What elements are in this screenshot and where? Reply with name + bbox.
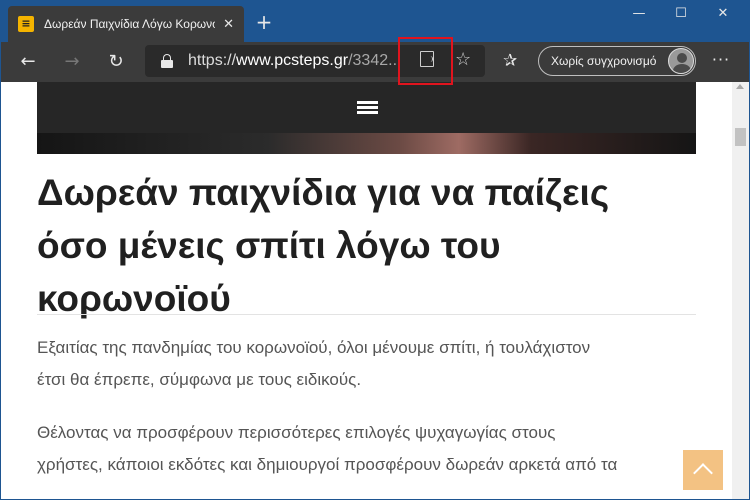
read-aloud-highlight [398,37,453,85]
favorite-star-icon[interactable]: ☆ [455,48,471,72]
refresh-button[interactable]: ↻ [104,50,128,74]
site-nav-bar [37,82,696,133]
article-paragraph: έτσι θα έπρεπε, σύμφωνα με τους ειδικούς… [37,370,362,389]
title-divider [37,314,696,315]
back-button[interactable]: ← [16,50,40,74]
more-options-button[interactable]: ··· [706,48,736,72]
hamburger-menu-icon[interactable] [357,101,378,115]
scroll-up-arrow-icon[interactable] [736,84,744,89]
url-text[interactable]: https://www.pcsteps.gr/3342... [188,52,400,70]
article-paragraph: Θέλοντας να προσφέρουν περισσότερες επιλ… [37,423,556,442]
article-paragraph: Εξαιτίας της πανδημίας του κορωνοϊού, όλ… [37,338,591,357]
close-window-button[interactable]: ✕ [706,4,740,24]
favicon-glyph: ≡ [21,17,31,30]
url-path: /3342... [348,52,400,69]
minimize-button[interactable]: — [622,4,656,24]
lock-icon[interactable] [161,54,173,68]
read-aloud-icon[interactable] [420,51,434,67]
scroll-thumb[interactable] [735,128,746,146]
article-paragraph: χρήστες, κάποιοι εκδότες και δημιουργοί … [37,455,618,474]
title-bar: ≡ Δωρεάν Παιχνίδια Λόγω Κορωνοϊού ✕ + — … [0,0,750,42]
article-title: Δωρεάν παιχνίδια για να παίζεις όσο μένε… [37,172,610,319]
url-host: www.pcsteps.gr [236,52,349,69]
hero-image [37,133,696,154]
page-scrollbar[interactable] [732,82,749,500]
maximize-button[interactable]: ☐ [664,4,698,24]
sync-label: Χωρίς συγχρονισμό [551,54,657,68]
back-to-top-button[interactable] [683,450,723,490]
forward-button[interactable]: → [60,50,84,74]
favorites-list-icon[interactable]: ✰ [503,50,517,72]
avatar [668,48,694,74]
pcsteps-favicon-icon: ≡ [18,16,34,32]
web-page: Δωρεάν παιχνίδια για να παίζεις όσο μένε… [0,82,732,500]
tab-close-icon[interactable]: ✕ [223,17,234,32]
browser-tab[interactable]: ≡ Δωρεάν Παιχνίδια Λόγω Κορωνοϊού ✕ [8,6,244,42]
profile-sync-button[interactable]: Χωρίς συγχρονισμό [538,46,696,76]
new-tab-button[interactable]: + [254,12,274,32]
url-protocol: https:// [188,52,237,69]
tab-title: Δωρεάν Παιχνίδια Λόγω Κορωνοϊού [44,17,215,31]
